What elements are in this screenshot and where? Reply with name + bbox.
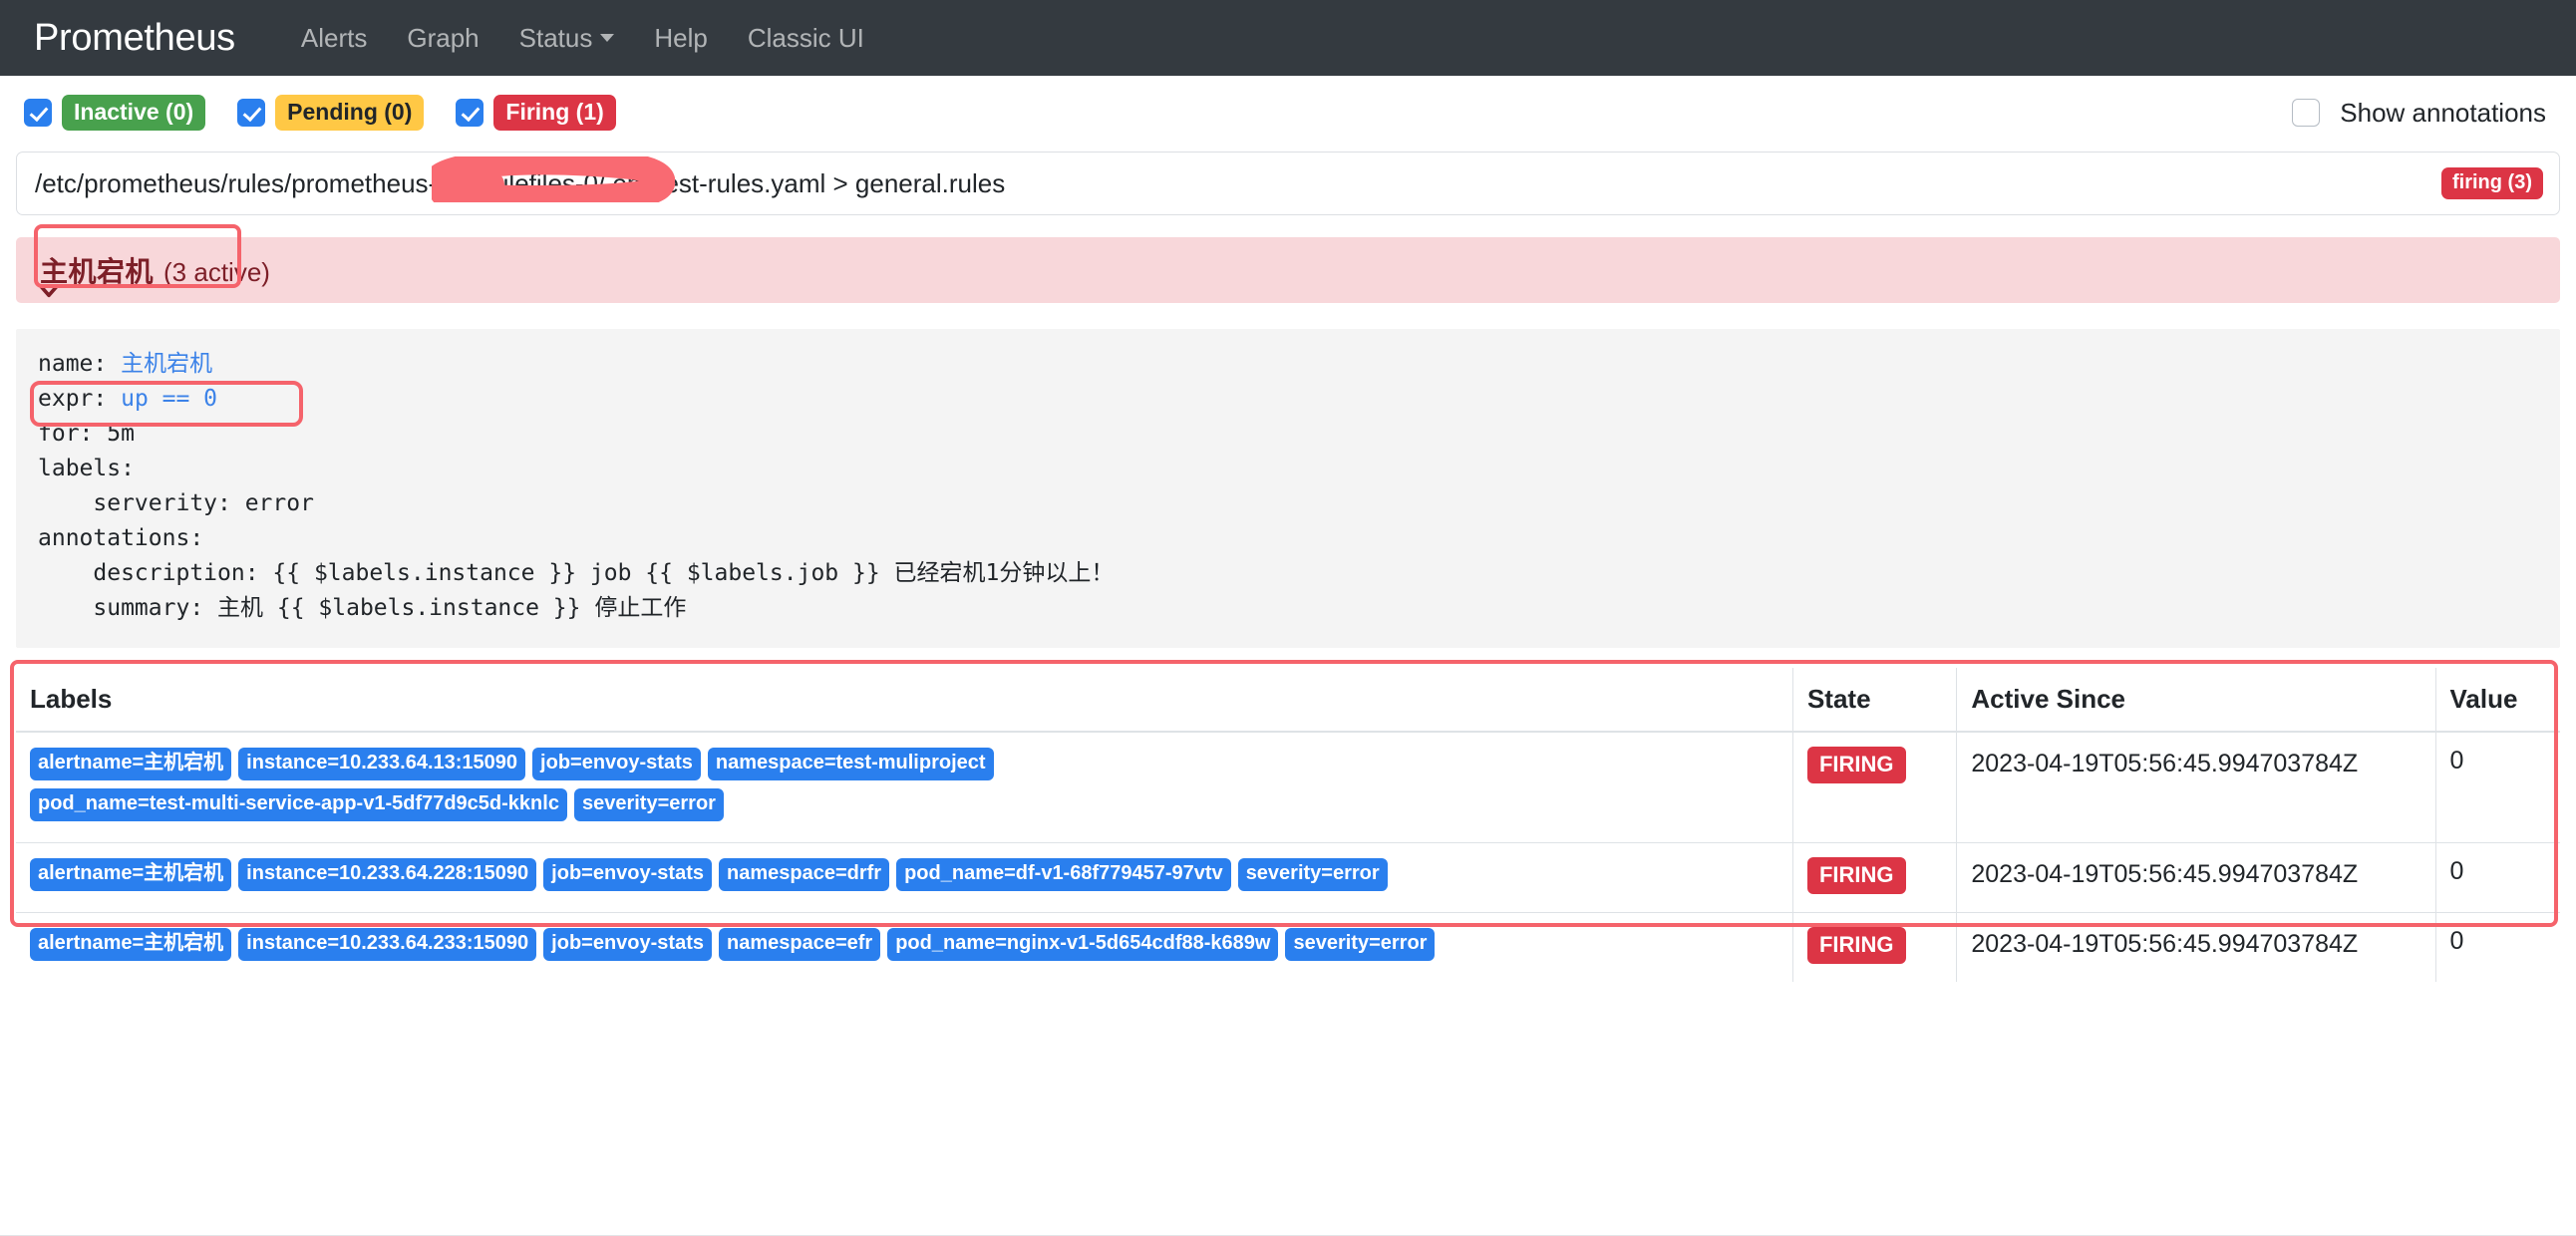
label-badge[interactable]: job=envoy-stats xyxy=(543,857,712,891)
row-state-cell: FIRING xyxy=(1791,731,1957,843)
label-badge[interactable]: pod_name=df-v1-68f779457-97vtv xyxy=(896,857,1231,891)
inactive-badge[interactable]: Inactive (0) xyxy=(62,94,206,132)
filter-firing[interactable]: Firing (1) xyxy=(456,94,616,132)
rule-expr-key: expr: xyxy=(38,385,122,412)
alerts-table-body: alertname=主机宕机 instance=10.233.64.13:1509… xyxy=(16,731,2560,982)
column-header-state: State xyxy=(1791,667,1957,733)
nav-item-alerts[interactable]: Alerts xyxy=(281,25,387,51)
table-row: alertname=主机宕机 instance=10.233.64.233:150… xyxy=(16,912,2560,982)
active-since-value: 2023-04-19T05:56:45.994703784Z xyxy=(1971,929,2359,958)
nav-links: Alerts Graph Status Help Classic UI xyxy=(281,25,884,51)
column-header-active-since: Active Since xyxy=(1956,667,2436,733)
label-badge[interactable]: severity=error xyxy=(1285,927,1436,961)
row-labels-cell: alertname=主机宕机 instance=10.233.64.233:150… xyxy=(16,912,1792,982)
label-badge[interactable]: namespace=test-muliproject xyxy=(707,747,994,780)
row-active-since-cell: 2023-04-19T05:56:45.994703784Z xyxy=(1956,912,2436,982)
status-badge: FIRING xyxy=(1806,926,1906,964)
nav-item-graph-label: Graph xyxy=(407,23,480,53)
row-value-cell: 0 xyxy=(2434,731,2560,843)
label-badge[interactable]: instance=10.233.64.233:15090 xyxy=(238,927,537,961)
alerts-table: Labels State Active Since Value alertnam… xyxy=(16,667,2560,982)
label-badge[interactable]: namespace=drfr xyxy=(719,857,890,891)
alert-group-active-count: (3 active) xyxy=(163,257,270,287)
label-badge[interactable]: namespace=efr xyxy=(719,927,881,961)
nav-item-help[interactable]: Help xyxy=(634,25,727,51)
filter-inactive[interactable]: Inactive (0) xyxy=(24,94,206,132)
table-row: alertname=主机宕机 instance=10.233.64.13:1509… xyxy=(16,731,2560,843)
firing-checkbox[interactable] xyxy=(456,99,484,127)
rule-name-key: name: xyxy=(38,351,122,377)
rule-expr-value[interactable]: up == 0 xyxy=(121,386,217,412)
rule-severity-line: serverity: error xyxy=(38,489,314,516)
nav-item-alerts-label: Alerts xyxy=(300,23,368,53)
rule-file-header[interactable]: /etc/prometheus/rules/prometheus-k8s-rul… xyxy=(16,152,2560,215)
nav-item-status-label: Status xyxy=(518,23,593,53)
row-labels-cell: alertname=主机宕机 instance=10.233.64.13:1509… xyxy=(16,731,1793,843)
nav-item-help-label: Help xyxy=(654,23,708,53)
label-badge[interactable]: instance=10.233.64.13:15090 xyxy=(238,747,526,780)
alerts-table-head: Labels State Active Since Value xyxy=(16,667,2560,733)
alert-value: 0 xyxy=(2449,926,2464,955)
label-badge[interactable]: alertname=主机宕机 xyxy=(30,857,232,891)
rule-name-value[interactable]: 主机宕机 xyxy=(121,351,212,377)
column-header-labels: Labels xyxy=(16,667,1793,733)
chevron-down-icon xyxy=(600,34,615,42)
pending-checkbox[interactable] xyxy=(237,99,266,127)
page-container: Inactive (0) Pending (0) Firing (1) Show… xyxy=(0,76,2576,982)
status-badge: FIRING xyxy=(1806,856,1906,894)
nav-item-graph[interactable]: Graph xyxy=(387,25,498,51)
nav-item-status[interactable]: Status xyxy=(499,25,635,51)
row-state-cell: FIRING xyxy=(1791,842,1957,913)
nav-item-classic-ui-label: Classic UI xyxy=(747,23,864,53)
rule-summary-line: summary: 主机 {{ $labels.instance }} 停止工作 xyxy=(38,594,687,621)
brand-prometheus[interactable]: Prometheus xyxy=(34,19,235,57)
row-active-since-cell: 2023-04-19T05:56:45.994703784Z xyxy=(1956,731,2436,843)
table-row: alertname=主机宕机 instance=10.233.64.228:150… xyxy=(16,842,2560,913)
show-annotations-checkbox[interactable] xyxy=(2292,99,2321,127)
show-annotations-label: Show annotations xyxy=(2340,97,2546,128)
column-header-value: Value xyxy=(2434,667,2560,733)
rule-labels-line: labels: xyxy=(38,455,135,481)
rule-definition-block: name: 主机宕机 expr: up == 0 for: 5m labels:… xyxy=(16,329,2560,648)
label-badge[interactable]: job=envoy-stats xyxy=(543,927,712,961)
label-badge[interactable]: job=envoy-stats xyxy=(532,747,701,780)
firing-badge[interactable]: Firing (1) xyxy=(493,94,616,132)
label-badge[interactable]: pod_name=nginx-v1-5d654cdf88-k689w xyxy=(887,927,1279,961)
show-annotations-toggle[interactable]: Show annotations xyxy=(2292,98,2556,129)
rule-file-firing-badge: firing (3) xyxy=(2441,167,2543,199)
nav-item-classic-ui[interactable]: Classic UI xyxy=(728,25,884,51)
pending-badge[interactable]: Pending (0) xyxy=(275,94,425,132)
label-badge[interactable]: instance=10.233.64.228:15090 xyxy=(238,857,537,891)
alert-state-filter-bar: Inactive (0) Pending (0) Firing (1) Show… xyxy=(16,76,2560,150)
main-navbar: Prometheus Alerts Graph Status Help Clas… xyxy=(0,0,2576,76)
row-value-cell: 0 xyxy=(2434,912,2560,982)
row-labels-cell: alertname=主机宕机 instance=10.233.64.228:150… xyxy=(16,842,1793,913)
label-badge[interactable]: severity=error xyxy=(573,787,724,821)
rule-for-line: for: 5m xyxy=(38,420,135,447)
inactive-checkbox[interactable] xyxy=(24,99,52,127)
alert-value: 0 xyxy=(2449,856,2464,885)
rule-annotations-line: annotations: xyxy=(38,524,204,551)
alert-group-header-inner: 主机宕机 (3 active) xyxy=(36,250,270,298)
alert-group-header[interactable]: 主机宕机 (3 active) xyxy=(16,224,2560,303)
status-badge: FIRING xyxy=(1806,746,1906,783)
alert-group-hostdown: 主机宕机 (3 active) name: 主机宕机 expr: up == 0… xyxy=(10,224,2560,982)
row-value-cell: 0 xyxy=(2434,842,2560,913)
rule-file-path: /etc/prometheus/rules/prometheus-k8s-rul… xyxy=(35,167,1006,198)
label-badge[interactable]: severity=error xyxy=(1237,857,1388,891)
rule-description-line: description: {{ $labels.instance }} job … xyxy=(38,559,1115,586)
alerts-table-wrapper: Labels State Active Since Value alertnam… xyxy=(10,659,2560,982)
alerts-table-header-row: Labels State Active Since Value xyxy=(16,667,2560,733)
active-since-value: 2023-04-19T05:56:45.994703784Z xyxy=(1971,749,2359,777)
active-since-value: 2023-04-19T05:56:45.994703784Z xyxy=(1971,859,2359,888)
label-badge[interactable]: alertname=主机宕机 xyxy=(30,747,232,780)
alert-value: 0 xyxy=(2449,746,2464,774)
filter-pending[interactable]: Pending (0) xyxy=(237,94,425,132)
label-badge[interactable]: pod_name=test-multi-service-app-v1-5df77… xyxy=(30,787,567,821)
row-state-cell: FIRING xyxy=(1791,912,1957,982)
row-active-since-cell: 2023-04-19T05:56:45.994703784Z xyxy=(1956,842,2436,913)
label-badge[interactable]: alertname=主机宕机 xyxy=(30,927,232,961)
